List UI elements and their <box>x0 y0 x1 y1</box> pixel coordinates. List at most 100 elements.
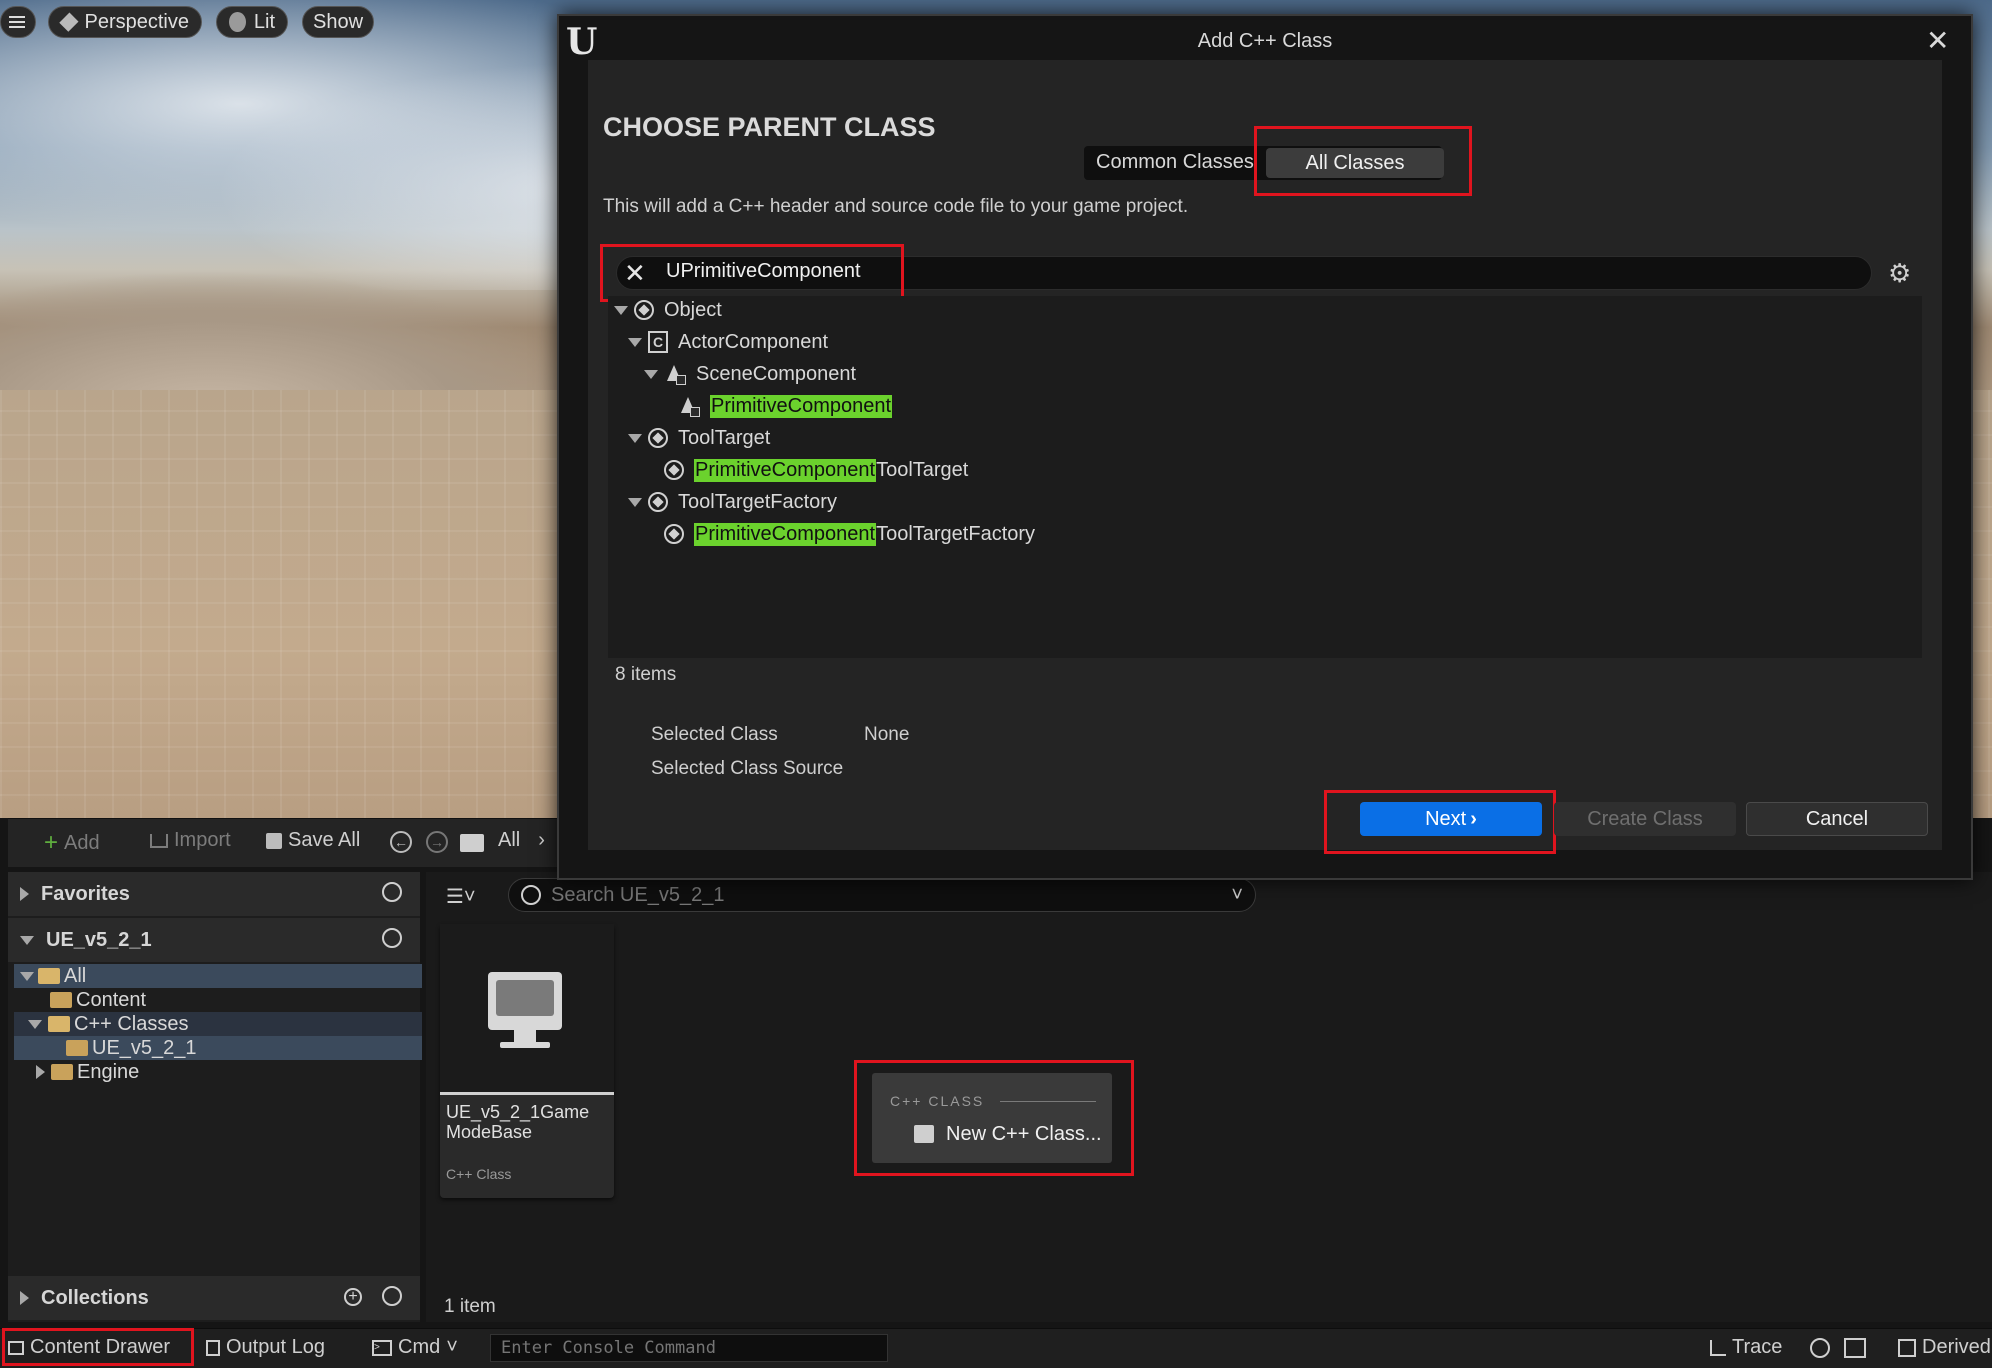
perspective-button[interactable]: Perspective <box>48 6 202 38</box>
class-label-highlight: PrimitiveComponent <box>694 522 877 546</box>
tree-item-content[interactable]: Content <box>14 988 422 1012</box>
project-header[interactable]: UE_v5_2_1 <box>8 918 420 962</box>
class-tree-row-actorcomponent[interactable]: C ActorComponent <box>628 328 828 356</box>
tree-item-label: C++ Classes <box>74 1012 189 1035</box>
show-label: Show <box>312 10 364 33</box>
asset-count: 1 item <box>444 1296 496 1317</box>
cmd-label: Cmd <box>398 1336 441 1358</box>
trace-button[interactable]: Trace <box>1710 1336 1782 1359</box>
sources-panel: Favorites UE_v5_2_1 All Content C++ Clas… <box>8 872 422 1322</box>
primitive-component-icon <box>678 395 700 417</box>
folder-icon <box>50 992 72 1008</box>
search-icon <box>521 885 541 905</box>
annotation-box <box>854 1060 1134 1176</box>
import-label: Import <box>174 829 231 851</box>
class-label: ActorComponent <box>678 330 829 353</box>
tree-item-label: Content <box>76 988 147 1011</box>
asset-search-input[interactable]: Search UE_v5_2_1 ˅ <box>508 878 1256 912</box>
record-icon[interactable] <box>1810 1338 1830 1358</box>
cube-icon <box>59 12 79 32</box>
derived-data-button[interactable]: Derived <box>1898 1336 1991 1359</box>
class-tree-row-object[interactable]: Object <box>614 296 722 324</box>
folder-icon <box>460 834 484 852</box>
trace-icon <box>1710 1339 1726 1356</box>
tree-item-ue-project[interactable]: UE_v5_2_1 <box>14 1036 422 1060</box>
object-class-icon <box>648 492 668 512</box>
chevron-down-icon <box>628 497 642 507</box>
gear-icon[interactable]: ⚙ <box>1888 258 1911 289</box>
lit-sphere-icon <box>229 12 246 32</box>
favorites-header[interactable]: Favorites <box>8 872 420 916</box>
asset-thumbnail <box>440 924 614 1095</box>
asset-search-placeholder: Search UE_v5_2_1 <box>551 883 725 906</box>
tree-item-label: All <box>64 964 87 987</box>
close-icon[interactable]: ✕ <box>1926 24 1949 57</box>
plus-icon: + <box>44 829 59 856</box>
selected-class-label: Selected Class <box>651 724 778 745</box>
forward-arrow-icon[interactable]: → <box>426 831 448 853</box>
chevron-down-icon <box>20 971 34 981</box>
screenshot-icon[interactable] <box>1844 1338 1866 1358</box>
cmd-dropdown[interactable]: > Cmd ˅ <box>372 1336 458 1359</box>
cancel-button[interactable]: Cancel <box>1746 802 1928 836</box>
class-label-highlight: PrimitiveComponent <box>710 394 893 418</box>
collections-label: Collections <box>41 1286 149 1309</box>
chevron-down-icon: ˅ <box>446 1336 458 1358</box>
save-icon <box>266 832 282 849</box>
object-class-icon <box>664 460 684 480</box>
class-tree-row-primitivecomponenttooltarget[interactable]: PrimitiveComponent ToolTarget <box>664 456 968 484</box>
chevron-right-icon <box>36 1065 45 1079</box>
output-log-button[interactable]: Output Log <box>206 1336 325 1359</box>
add-button[interactable]: + Add <box>44 829 100 857</box>
tab-common-classes[interactable]: Common Classes <box>1096 151 1254 174</box>
create-class-button[interactable]: Create Class <box>1554 802 1736 836</box>
terminal-icon: > <box>372 1339 392 1356</box>
annotation-box <box>600 244 904 302</box>
path-breadcrumb-all[interactable]: All › <box>498 829 545 852</box>
filter-icon[interactable]: ☰˅ <box>446 884 476 909</box>
chevron-right-icon: › <box>538 829 545 851</box>
cpp-folder-icon <box>66 1040 88 1056</box>
viewport-menu-button[interactable] <box>0 6 36 38</box>
class-tree-row-primitivecomponent[interactable]: PrimitiveComponent <box>678 392 893 420</box>
folder-open-icon <box>48 1016 70 1032</box>
search-icon[interactable] <box>382 882 402 902</box>
class-tree-row-primitivecomponenttooltargetfactory[interactable]: PrimitiveComponent ToolTargetFactory <box>664 520 1035 548</box>
asset-type: C++ Class <box>446 1166 512 1182</box>
log-icon <box>206 1339 220 1356</box>
search-icon[interactable] <box>382 1286 402 1306</box>
dialog-description: This will add a C++ header and source co… <box>603 196 1189 217</box>
class-item-count: 8 items <box>615 664 677 685</box>
chevron-down-icon <box>628 433 642 443</box>
chevron-down-icon[interactable]: ˅ <box>1231 884 1243 907</box>
class-label: SceneComponent <box>696 362 857 385</box>
object-class-icon <box>664 524 684 544</box>
object-class-icon <box>634 300 654 320</box>
class-tree-row-scenecomponent[interactable]: SceneComponent <box>644 360 856 388</box>
output-log-label: Output Log <box>226 1336 325 1358</box>
add-circle-icon[interactable]: + <box>344 1288 362 1306</box>
import-button[interactable]: Import <box>150 829 231 852</box>
annotation-box <box>1324 790 1556 854</box>
asset-name: UE_v5_2_1Game ModeBase <box>446 1102 590 1142</box>
search-icon[interactable] <box>382 928 402 948</box>
tree-item-cpp-classes[interactable]: C++ Classes <box>14 1012 422 1036</box>
show-button[interactable]: Show <box>302 6 374 38</box>
save-all-button[interactable]: Save All <box>266 829 360 852</box>
class-tree-row-tooltargetfactory[interactable]: ToolTargetFactory <box>628 488 837 516</box>
chevron-down-icon <box>28 1019 42 1029</box>
annotation-box <box>2 1328 194 1366</box>
class-label: Object <box>664 298 722 321</box>
class-label: ToolTargetFactory <box>876 522 1036 545</box>
tree-item-all[interactable]: All <box>14 964 422 988</box>
lit-button[interactable]: Lit <box>216 6 288 38</box>
back-arrow-icon[interactable]: ← <box>390 831 412 853</box>
chevron-down-icon <box>628 337 642 347</box>
collections-header[interactable]: Collections + <box>8 1276 420 1320</box>
tree-item-engine[interactable]: Engine <box>14 1060 422 1084</box>
folder-open-icon <box>38 968 60 984</box>
console-command-input[interactable] <box>490 1334 888 1362</box>
class-tree-row-tooltarget[interactable]: ToolTarget <box>628 424 770 452</box>
tree-item-label: UE_v5_2_1 <box>92 1036 197 1059</box>
add-label: Add <box>64 831 100 854</box>
